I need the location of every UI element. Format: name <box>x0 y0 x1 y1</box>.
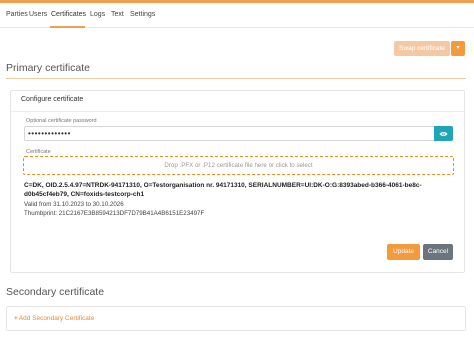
add-secondary-label: Add Secondary Certificate <box>18 315 95 322</box>
tab-parties[interactable]: Parties <box>6 11 28 18</box>
active-tab-indicator <box>50 26 85 28</box>
secondary-certificate-title: Secondary certificate <box>6 286 105 298</box>
add-secondary-certificate-link[interactable]: +Add Secondary Certificate <box>14 315 94 322</box>
password-label: Optional certificate password <box>26 118 97 124</box>
tab-users[interactable]: Users <box>29 11 47 18</box>
cancel-button[interactable]: Cancel <box>423 244 453 260</box>
certificate-validity: Valid from 31.10.2023 to 30.10.2026 <box>24 201 124 208</box>
tab-certificates[interactable]: Certificates <box>51 11 86 18</box>
primary-section-divider <box>6 78 466 79</box>
configure-certificate-title: Configure certificate <box>21 96 84 103</box>
eye-icon <box>439 131 448 136</box>
card-header-divider <box>11 111 464 112</box>
primary-certificate-title: Primary certificate <box>6 62 91 74</box>
show-password-button[interactable] <box>434 126 453 141</box>
plus-icon: + <box>14 315 18 322</box>
tab-settings[interactable]: Settings <box>130 11 155 18</box>
certificate-drop-zone[interactable]: Drop .PFX or .P12 certificate file here … <box>23 156 454 175</box>
swap-options-caret-icon[interactable]: ▾ <box>451 41 465 56</box>
main-nav: Parties Users Certificates Logs Text Set… <box>0 3 474 28</box>
update-button[interactable]: Update <box>387 244 420 260</box>
tab-logs[interactable]: Logs <box>90 11 105 18</box>
swap-certificate-button[interactable]: Swap certificate <box>394 41 450 56</box>
certificate-label: Certificate <box>26 149 51 155</box>
password-input[interactable]: ••••••••••••• <box>24 126 434 141</box>
certificate-subject: C=DK, OID.2.5.4.97=NTRDK-94171310, O=Tes… <box>24 182 422 198</box>
certificate-thumbprint: Thumbprint: 21C2167E3B8594213DF7D79B41A4… <box>24 210 205 217</box>
tab-text[interactable]: Text <box>111 11 124 18</box>
